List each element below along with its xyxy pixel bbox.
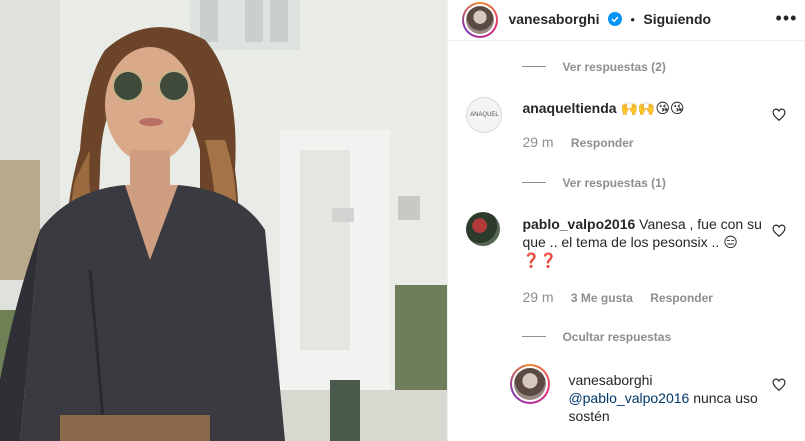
following-button[interactable]: Siguiendo — [643, 11, 711, 27]
post-photo-illustration — [0, 0, 448, 441]
more-options-icon[interactable]: ••• — [776, 8, 798, 29]
divider-line — [522, 66, 547, 68]
reply-avatar[interactable] — [510, 364, 551, 404]
comment-username[interactable]: pablo_valpo2016 — [522, 216, 635, 232]
view-replies-label: Ver respuestas (1) — [562, 176, 666, 190]
commenter-avatar[interactable]: ANAQUEL — [466, 97, 503, 133]
avatar-logo-text: ANAQUEL — [470, 112, 499, 118]
hide-replies-toggle[interactable]: Ocultar respuestas — [522, 328, 671, 346]
comment-time: 29 m — [522, 289, 554, 305]
reply-comment: vanesaborghi @pablo_valpo2016 nunca uso … — [568, 371, 758, 425]
reply-button[interactable]: Responder — [571, 136, 634, 150]
hide-replies-label: Ocultar respuestas — [562, 330, 672, 344]
comment: pablo_valpo2016 Vanesa , fue con su que … — [522, 215, 762, 269]
commenter-avatar[interactable] — [466, 212, 501, 246]
like-heart-icon[interactable] — [772, 378, 786, 392]
comment-username[interactable]: anaqueltienda — [522, 100, 616, 116]
post-photo[interactable] — [0, 0, 448, 441]
view-replies-toggle[interactable]: Ver respuestas (2) — [522, 58, 666, 76]
reply-mention[interactable]: @pablo_valpo2016 — [568, 390, 689, 406]
like-heart-icon[interactable] — [772, 108, 786, 122]
likes-count[interactable]: 3 Me gusta — [571, 291, 633, 305]
view-replies-toggle[interactable]: Ver respuestas (1) — [522, 174, 666, 192]
view-replies-label: Ver respuestas (2) — [562, 60, 666, 74]
comment: anaqueltienda 🙌🙌😘😘 — [522, 99, 772, 117]
comment-time: 29 m — [522, 134, 554, 150]
like-heart-icon[interactable] — [772, 224, 786, 238]
divider-line — [522, 336, 547, 338]
comment-text: 🙌🙌😘😘 — [620, 100, 685, 116]
comments-panel: vanesaborghi • Siguiendo ••• Ver respues… — [447, 0, 805, 441]
header-username[interactable]: vanesaborghi — [508, 11, 599, 27]
reply-button[interactable]: Responder — [650, 291, 713, 305]
reply-username[interactable]: vanesaborghi — [568, 372, 652, 388]
header-separator: • — [630, 12, 635, 27]
divider-line — [522, 182, 547, 184]
verified-badge-icon — [607, 12, 622, 26]
header-avatar[interactable] — [462, 2, 499, 38]
post-header: vanesaborghi • Siguiendo ••• — [448, 0, 805, 41]
